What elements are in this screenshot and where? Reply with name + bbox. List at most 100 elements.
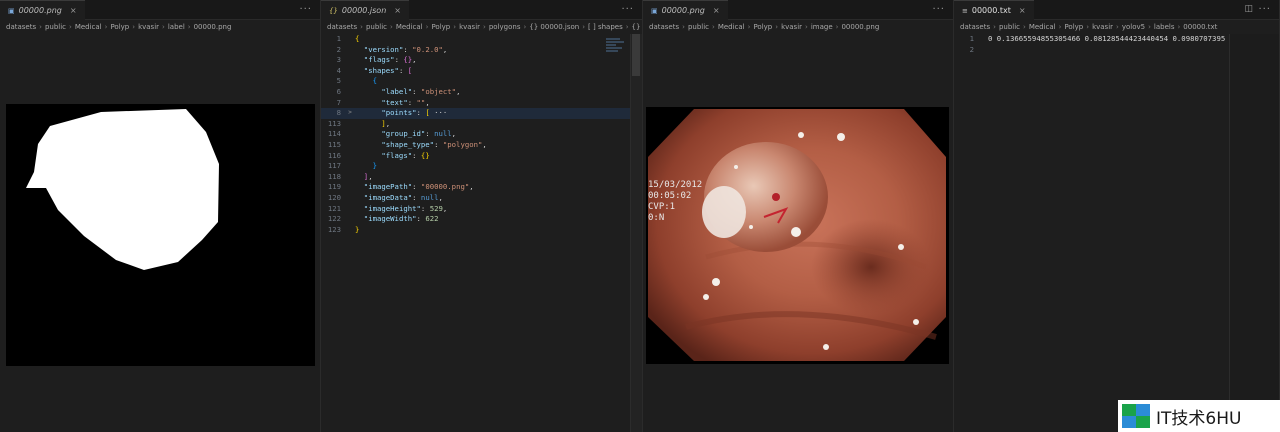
breadcrumb-item[interactable]: 00000.png	[194, 23, 232, 31]
code-token: :	[398, 65, 408, 75]
minimap[interactable]	[606, 38, 626, 58]
more-actions-icon[interactable]: ···	[299, 4, 312, 15]
breadcrumb-item[interactable]: label	[168, 23, 185, 31]
code-token: "group_id"	[381, 129, 426, 139]
breadcrumb-item[interactable]: kvasir	[459, 23, 480, 31]
line-number: 121	[327, 203, 341, 213]
breadcrumb-item[interactable]: Medical	[396, 23, 423, 31]
breadcrumb-item[interactable]: datasets	[327, 23, 357, 31]
close-icon[interactable]: ×	[394, 6, 401, 15]
breadcrumb-item[interactable]: public	[366, 23, 387, 31]
breadcrumb-item[interactable]: Medical	[718, 23, 745, 31]
code-line[interactable]: 113 ],	[321, 119, 642, 130]
fold-gutter	[345, 151, 355, 162]
breadcrumb-item[interactable]: datasets	[6, 23, 36, 31]
code-line[interactable]: 116 "flags": {}	[321, 151, 642, 162]
split-editor-icon[interactable]: ◫	[1244, 4, 1253, 14]
breadcrumb-item[interactable]: kvasir	[781, 23, 802, 31]
overlay-mode: 0:N	[648, 213, 664, 223]
breadcrumb-item[interactable]: [ ] shapes	[588, 23, 623, 31]
breadcrumb: datasets › public › Medical › Polyp › kvasir › lab…	[0, 20, 320, 34]
close-icon[interactable]: ×	[1019, 6, 1026, 15]
code-line[interactable]: 7 "text": "",	[321, 98, 642, 109]
line-number: 8	[336, 108, 341, 118]
tab-bar: ▣ 00000.png × ···	[643, 0, 953, 20]
endoscopy-picture: 15/03/2012 00:05:02 CVP:1 0:N	[648, 109, 946, 361]
vertical-scrollbar[interactable]	[1229, 34, 1279, 432]
code-line[interactable]: 114 "group_id": null,	[321, 129, 642, 140]
breadcrumb-item[interactable]: 00000.png	[841, 23, 879, 31]
breadcrumb-item[interactable]: Medical	[1029, 23, 1056, 31]
close-icon[interactable]: ×	[70, 6, 77, 15]
code-line[interactable]: 4 "shapes": [	[321, 66, 642, 77]
fold-gutter	[345, 225, 355, 236]
editor-pane-txt: ≡ 00000.txt × ◫ ··· datasets › public › Medi…	[954, 0, 1280, 432]
breadcrumb-item[interactable]: public	[45, 23, 66, 31]
breadcrumb-item[interactable]: Medical	[75, 23, 102, 31]
close-icon[interactable]: ×	[713, 6, 720, 15]
tab-json[interactable]: {} 00000.json ×	[321, 0, 409, 20]
breadcrumb-item[interactable]: kvasir	[138, 23, 159, 31]
code-line[interactable]: 1{	[321, 34, 642, 45]
more-actions-icon[interactable]: ···	[1258, 4, 1271, 15]
breadcrumb-item[interactable]: Polyp	[753, 23, 772, 31]
code-line[interactable]: 118 ],	[321, 172, 642, 183]
code-line[interactable]: 8 > "points": [ ···	[321, 108, 642, 119]
breadcrumb-separator: ›	[625, 23, 629, 31]
breadcrumb-item[interactable]: Polyp	[431, 23, 450, 31]
breadcrumb-item[interactable]: kvasir	[1092, 23, 1113, 31]
breadcrumb-item[interactable]: {} 0	[632, 23, 642, 31]
breadcrumb-item[interactable]: public	[999, 23, 1020, 31]
code-line[interactable]: 123}	[321, 225, 642, 236]
code-line[interactable]: 2 "version": "0.2.0",	[321, 45, 642, 56]
code-line[interactable]: 6 "label": "object",	[321, 87, 642, 98]
breadcrumb-item[interactable]: {} 00000.json	[529, 23, 579, 31]
more-actions-icon[interactable]: ···	[621, 4, 634, 15]
json-file-icon: {}	[329, 6, 338, 15]
scrollbar-thumb[interactable]	[632, 34, 640, 76]
code-line[interactable]: 122 "imageWidth": 622	[321, 214, 642, 225]
tab-mask-png[interactable]: ▣ 00000.png ×	[0, 0, 85, 20]
code-line[interactable]: 5 {	[321, 76, 642, 87]
editor-pane-mask: ▣ 00000.png × ··· datasets › public › Medica…	[0, 0, 321, 432]
more-actions-icon[interactable]: ···	[932, 4, 945, 15]
tab-image-png[interactable]: ▣ 00000.png ×	[643, 0, 728, 20]
tab-label: 00000.png	[18, 6, 62, 15]
code-token: {}	[403, 55, 413, 65]
fold-gutter	[345, 98, 355, 109]
breadcrumb-item[interactable]: Polyp	[110, 23, 129, 31]
breadcrumb-separator: ›	[1058, 23, 1062, 31]
code-line[interactable]: 115 "shape_type": "polygon",	[321, 140, 642, 151]
breadcrumb-separator: ›	[483, 23, 486, 31]
breadcrumb-item[interactable]: yolov5	[1122, 23, 1145, 31]
code-token: ···	[429, 108, 452, 118]
breadcrumb-item[interactable]: labels	[1154, 23, 1175, 31]
breadcrumb-item[interactable]: datasets	[960, 23, 990, 31]
tab-label: 00000.png	[661, 6, 705, 15]
breadcrumb-item[interactable]: public	[688, 23, 709, 31]
breadcrumb-separator: ›	[453, 23, 457, 31]
breadcrumb-item[interactable]: datasets	[649, 23, 679, 31]
tab-txt[interactable]: ≡ 00000.txt ×	[954, 0, 1034, 20]
code-line[interactable]: 120 "imageData": null,	[321, 193, 642, 204]
code-text: }	[355, 161, 377, 172]
breadcrumb-item[interactable]: polygons	[489, 23, 521, 31]
code-line[interactable]: 119 "imagePath": "00000.png",	[321, 182, 642, 193]
fold-chevron-icon[interactable]: >	[345, 108, 355, 119]
breadcrumb-separator: ›	[132, 23, 136, 31]
vertical-scrollbar[interactable]	[630, 34, 642, 432]
breadcrumb-item[interactable]: Polyp	[1064, 23, 1083, 31]
breadcrumb-item[interactable]: 00000.txt	[1183, 23, 1217, 31]
code-line[interactable]: 117 }	[321, 161, 642, 172]
fold-gutter	[345, 129, 355, 140]
code-line[interactable]: 3 "flags": {},	[321, 55, 642, 66]
line-number: 113	[327, 118, 341, 128]
breadcrumb-item[interactable]: image	[811, 23, 833, 31]
code-editor[interactable]: 1{2 "version": "0.2.0", 3 "flags": {}, 4 "…	[321, 34, 642, 235]
code-line[interactable]: 121 "imageHeight": 529,	[321, 204, 642, 215]
